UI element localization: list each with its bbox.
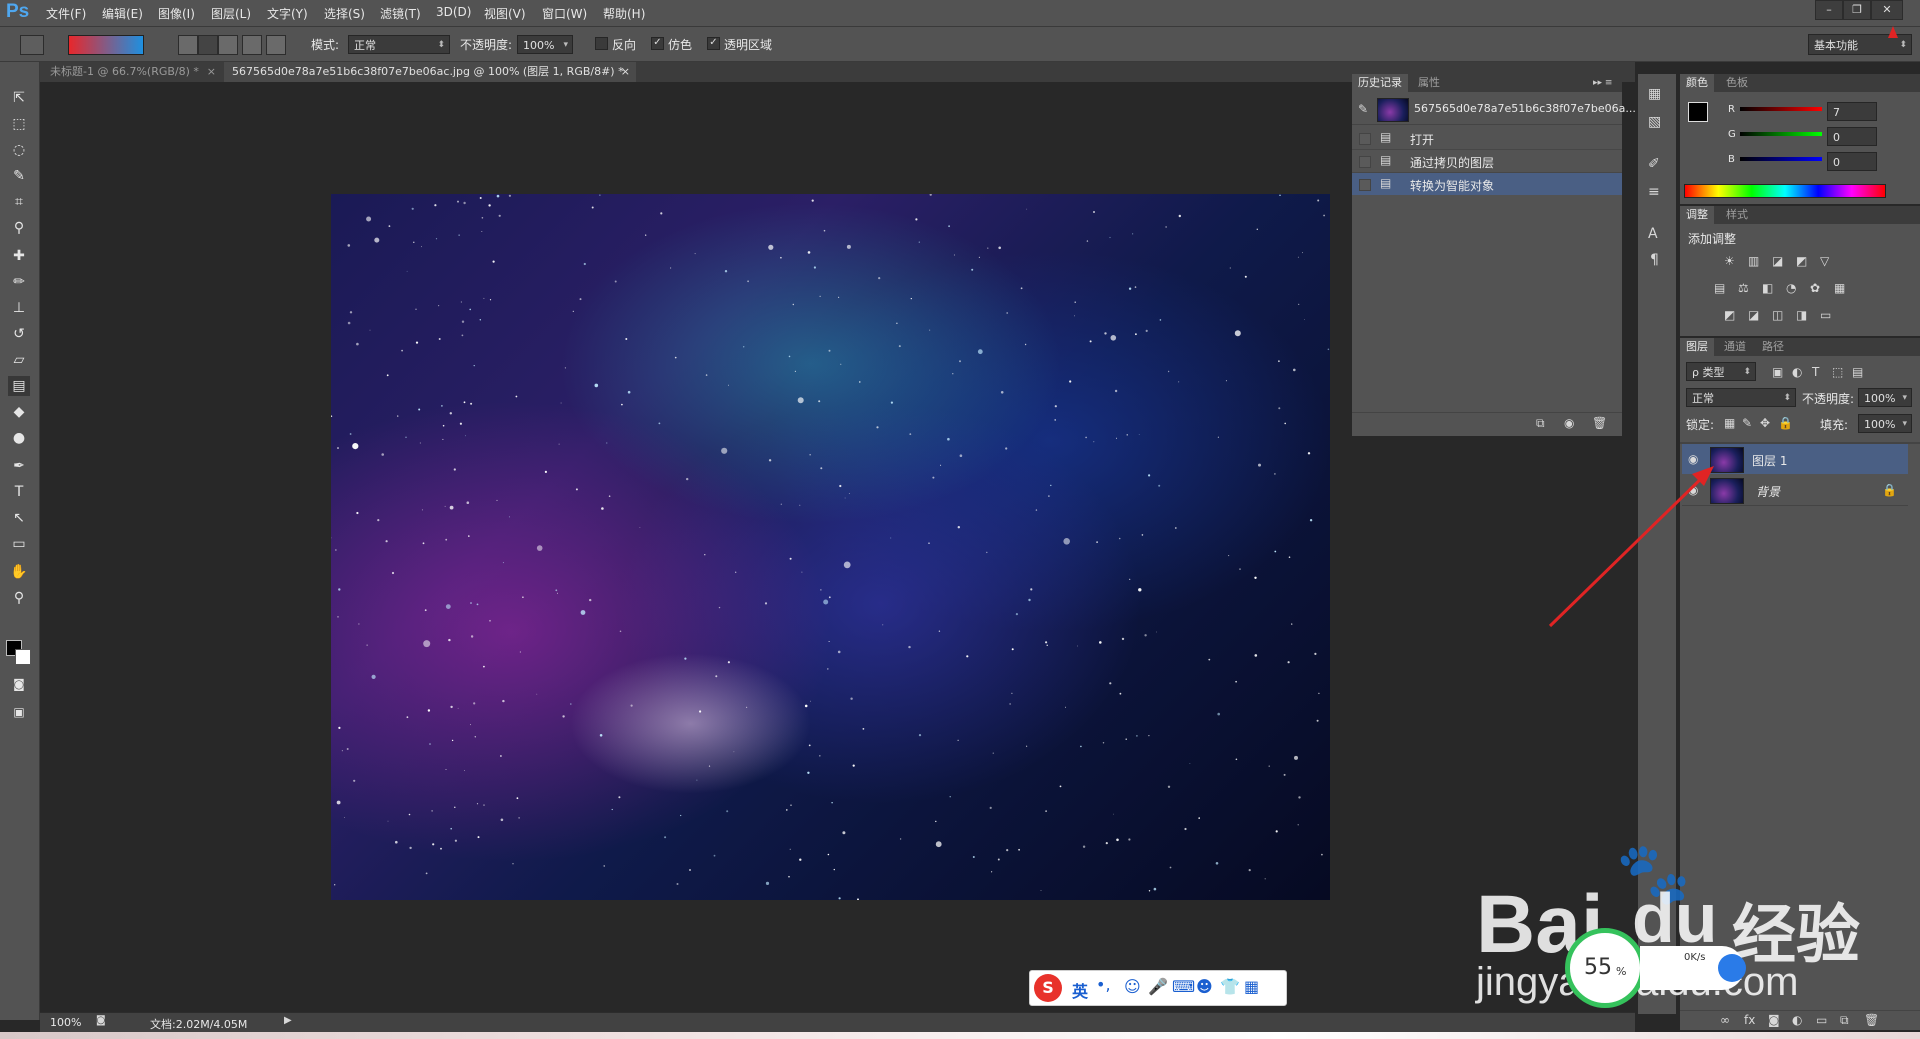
- rocket-boost-icon[interactable]: [1718, 954, 1746, 982]
- network-speed: 0K/s: [1684, 952, 1706, 963]
- annotation-small-marker: [1888, 26, 1898, 38]
- memory-percent: 55: [1584, 955, 1612, 980]
- memory-percent-sign: %: [1616, 965, 1627, 978]
- network-monitor[interactable]: 0K/s: [1640, 946, 1746, 990]
- annotation-arrow-shaft: [1548, 468, 1712, 628]
- memory-usage-ball[interactable]: 55 %: [1565, 928, 1645, 1008]
- baidu-jingyan-watermark: Bai 🐾 du 经验 jingyan.baidu.com: [1476, 838, 1896, 1028]
